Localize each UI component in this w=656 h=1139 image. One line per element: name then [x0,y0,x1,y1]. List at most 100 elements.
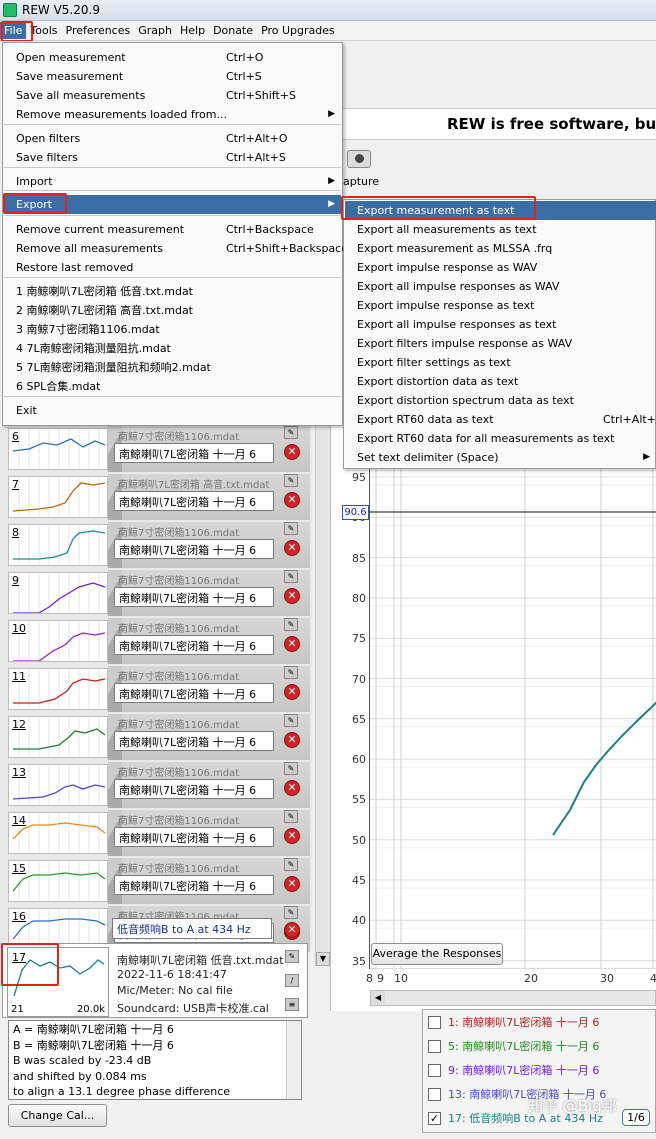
export-item-9[interactable]: Export distortion data as text [345,372,656,391]
measurement-row[interactable]: 9 南鲸7寸密闭箱1106.mdat 南鲸喇叭7L密闭箱 十一月 6 ✎ ✕ [2,570,310,616]
remove-measurement-icon[interactable]: ✕ [284,732,300,748]
measurement-name-field[interactable]: 南鲸喇叭7L密闭箱 十一月 6 [114,587,274,607]
menu-help[interactable]: Help [176,22,209,39]
measurement-row[interactable]: 10 南鲸7寸密闭箱1106.mdat 南鲸喇叭7L密闭箱 十一月 6 ✎ ✕ [2,618,310,664]
scroll-left-icon[interactable]: ◀ [371,991,385,1005]
legend-checkbox[interactable] [428,1039,441,1053]
legend-row[interactable]: 5: 南鲸喇叭7L密闭箱 十一月 6 [428,1036,599,1056]
export-item-11[interactable]: Export RT60 data as text Ctrl+Alt+R [345,410,656,429]
measurement-name-field[interactable]: 南鲸喇叭7L密闭箱 十一月 6 [114,731,274,751]
export-item-3[interactable]: Export impulse response as WAV [345,258,656,277]
measurement-thumbnail[interactable]: 7 [8,476,108,518]
menu-preferences[interactable]: Preferences [62,22,135,39]
menu-item-remove-measurements-loaded[interactable]: Remove measurements loaded from... ▶ [4,105,341,124]
export-item-6[interactable]: Export all impulse responses as text [345,315,656,334]
measurement-thumbnail[interactable]: 12 [8,716,108,758]
menu-donate[interactable]: Donate [209,22,257,39]
menu-item-import[interactable]: Import ▶ [4,172,341,191]
export-item-10[interactable]: Export distortion spectrum data as text [345,391,656,410]
menu-item-remove-current-measurement[interactable]: Remove current measurement Ctrl+Backspace [4,220,341,239]
legend-checkbox[interactable] [428,1087,441,1101]
scroll-down-icon[interactable]: ▼ [316,952,330,966]
legend-checkbox[interactable] [428,1015,441,1029]
measurement-thumbnail[interactable]: 10 [8,620,108,662]
remove-measurement-icon[interactable]: ✕ [284,444,300,460]
measurement-thumbnail[interactable]: 11 [8,668,108,710]
measurement-name-field[interactable]: 南鲸喇叭7L密闭箱 十一月 6 [114,827,274,847]
measurement-row[interactable]: 11 南鲸7寸密闭箱1106.mdat 南鲸喇叭7L密闭箱 十一月 6 ✎ ✕ [2,666,310,712]
menu-item-save-filters[interactable]: Save filters Ctrl+Alt+S [4,148,341,167]
export-item-12[interactable]: Export RT60 data for all measurements as… [345,429,656,448]
measurement-thumbnail[interactable]: 9 [8,572,108,614]
edit-icon[interactable]: ✎ [284,906,298,919]
measurement-name-field[interactable]: 南鲸喇叭7L密闭箱 十一月 6 [114,779,274,799]
remove-measurement-icon[interactable]: ✕ [284,540,300,556]
menu-item-save-all-measurements[interactable]: Save all measurements Ctrl+Shift+S [4,86,341,105]
remove-measurement-icon[interactable]: ✕ [284,876,300,892]
measurement-thumbnail[interactable]: 14 [8,812,108,854]
average-responses-button[interactable]: Average the Responses [371,943,503,965]
measurement-list-scrollbar[interactable]: ▼ [315,426,330,966]
menu-graph[interactable]: Graph [134,22,176,39]
change-cal-button[interactable]: Change Cal... [8,1104,107,1127]
menu-item-remove-all-measurements[interactable]: Remove all measurements Ctrl+Shift+Backsp… [4,239,348,258]
menu-item-exit[interactable]: Exit [4,401,341,420]
export-item-4[interactable]: Export all impulse responses as WAV [345,277,656,296]
edit-icon[interactable]: ✎ [284,714,298,727]
export-item-13[interactable]: Set text delimiter (Space) ▶ [345,448,656,467]
measurement-row[interactable]: 8 南鲸7寸密闭箱1106.mdat 南鲸喇叭7L密闭箱 十一月 6 ✎ ✕ [2,522,310,568]
legend-row[interactable]: 9: 南鲸喇叭7L密闭箱 十一月 6 [428,1060,599,1080]
edit-icon[interactable]: ✎ [284,858,298,871]
measurement-name-field[interactable]: 南鲸喇叭7L密闭箱 十一月 6 [114,443,274,463]
remove-measurement-icon[interactable]: ✕ [284,492,300,508]
edit-icon[interactable]: ✎ [284,810,298,823]
menu-item-recent-3[interactable]: 3 南鲸7寸密闭箱1106.mdat [4,320,341,339]
menu-item-recent-5[interactable]: 5 7L南鲸密闭箱测量阻抗和频响2.mdat [4,358,341,377]
remove-measurement-icon[interactable]: ✕ [284,780,300,796]
measurement-row[interactable]: 6 南鲸7寸密闭箱1106.mdat 南鲸喇叭7L密闭箱 十一月 6 ✎ ✕ [2,426,310,472]
measurement-row[interactable]: 12 南鲸7寸密闭箱1106.mdat 南鲸喇叭7L密闭箱 十一月 6 ✎ ✕ [2,714,310,760]
export-item-1[interactable]: Export all measurements as text [345,220,656,239]
selected-thumbnail[interactable]: 17 21 20.0k [7,947,109,1017]
measurement-row[interactable]: 15 南鲸7寸密闭箱1106.mdat 南鲸喇叭7L密闭箱 十一月 6 ✎ ✕ [2,858,310,904]
measurement-thumbnail[interactable]: 13 [8,764,108,806]
measurement-name-field[interactable]: 南鲸喇叭7L密闭箱 十一月 6 [114,635,274,655]
menu-item-save-measurement[interactable]: Save measurement Ctrl+S [4,67,341,86]
remove-measurement-icon[interactable]: ✕ [284,636,300,652]
measurement-name-field[interactable]: 南鲸喇叭7L密闭箱 十一月 6 [114,491,274,511]
edit-icon[interactable]: ✎ [284,474,298,487]
edit-icon[interactable]: ✎ [284,762,298,775]
remove-measurement-icon[interactable]: ✕ [284,684,300,700]
measurement-thumbnail[interactable]: 15 [8,860,108,902]
edit-icon[interactable]: ✎ [284,618,298,631]
legend-row[interactable]: 1: 南鲸喇叭7L密闭箱 十一月 6 [428,1012,599,1032]
graph-plot[interactable] [369,426,656,1010]
menu-item-recent-6[interactable]: 6 SPL合集.mdat [4,377,341,396]
measurement-thumbnail[interactable]: 8 [8,524,108,566]
selected-measurement-name-field[interactable]: 低音频响B to A at 434 Hz [112,918,272,939]
export-item-2[interactable]: Export measurement as MLSSA .frq [345,239,656,258]
menu-item-restore-last-removed[interactable]: Restore last removed [4,258,341,277]
measurement-row[interactable]: 7 南鲸喇叭7L密闭箱 高音.txt.mdat 南鲸喇叭7L密闭箱 十一月 6 ✎ ✕ [2,474,310,520]
measurement-row[interactable]: 14 南鲸7寸密闭箱1106.mdat 南鲸喇叭7L密闭箱 十一月 6 ✎ ✕ [2,810,310,856]
measurement-thumbnail[interactable]: 6 [8,428,108,470]
edit-icon[interactable]: ✎ [284,570,298,583]
legend-checkbox[interactable] [428,1063,441,1077]
menu-item-recent-2[interactable]: 2 南鲸喇叭7L密闭箱 高音.txt.mdat [4,301,341,320]
menu-pro-upgrades[interactable]: Pro Upgrades [257,22,339,39]
menu-item-recent-1[interactable]: 1 南鲸喇叭7L密闭箱 低音.txt.mdat [4,282,341,301]
edit-icon[interactable]: ✎ [285,950,299,963]
edit-icon[interactable]: ✎ [284,666,298,679]
pen-icon[interactable]: / [285,974,299,987]
export-item-8[interactable]: Export filter settings as text [345,353,656,372]
export-item-7[interactable]: Export filters impulse response as WAV [345,334,656,353]
menu-item-export[interactable]: Export ▶ [4,195,341,214]
graph-horizontal-scrollbar[interactable]: ◀ [370,990,656,1006]
document-icon[interactable]: ≡ [285,998,299,1011]
measurement-row[interactable]: 13 南鲸7寸密闭箱1106.mdat 南鲸喇叭7L密闭箱 十一月 6 ✎ ✕ [2,762,310,808]
menu-item-open-measurement[interactable]: Open measurement Ctrl+O [4,48,341,67]
measurement-name-field[interactable]: 南鲸喇叭7L密闭箱 十一月 6 [114,875,274,895]
menu-tools[interactable]: Tools [26,22,61,39]
legend-checkbox[interactable]: ✓ [428,1111,441,1125]
measurement-name-field[interactable]: 南鲸喇叭7L密闭箱 十一月 6 [114,539,274,559]
